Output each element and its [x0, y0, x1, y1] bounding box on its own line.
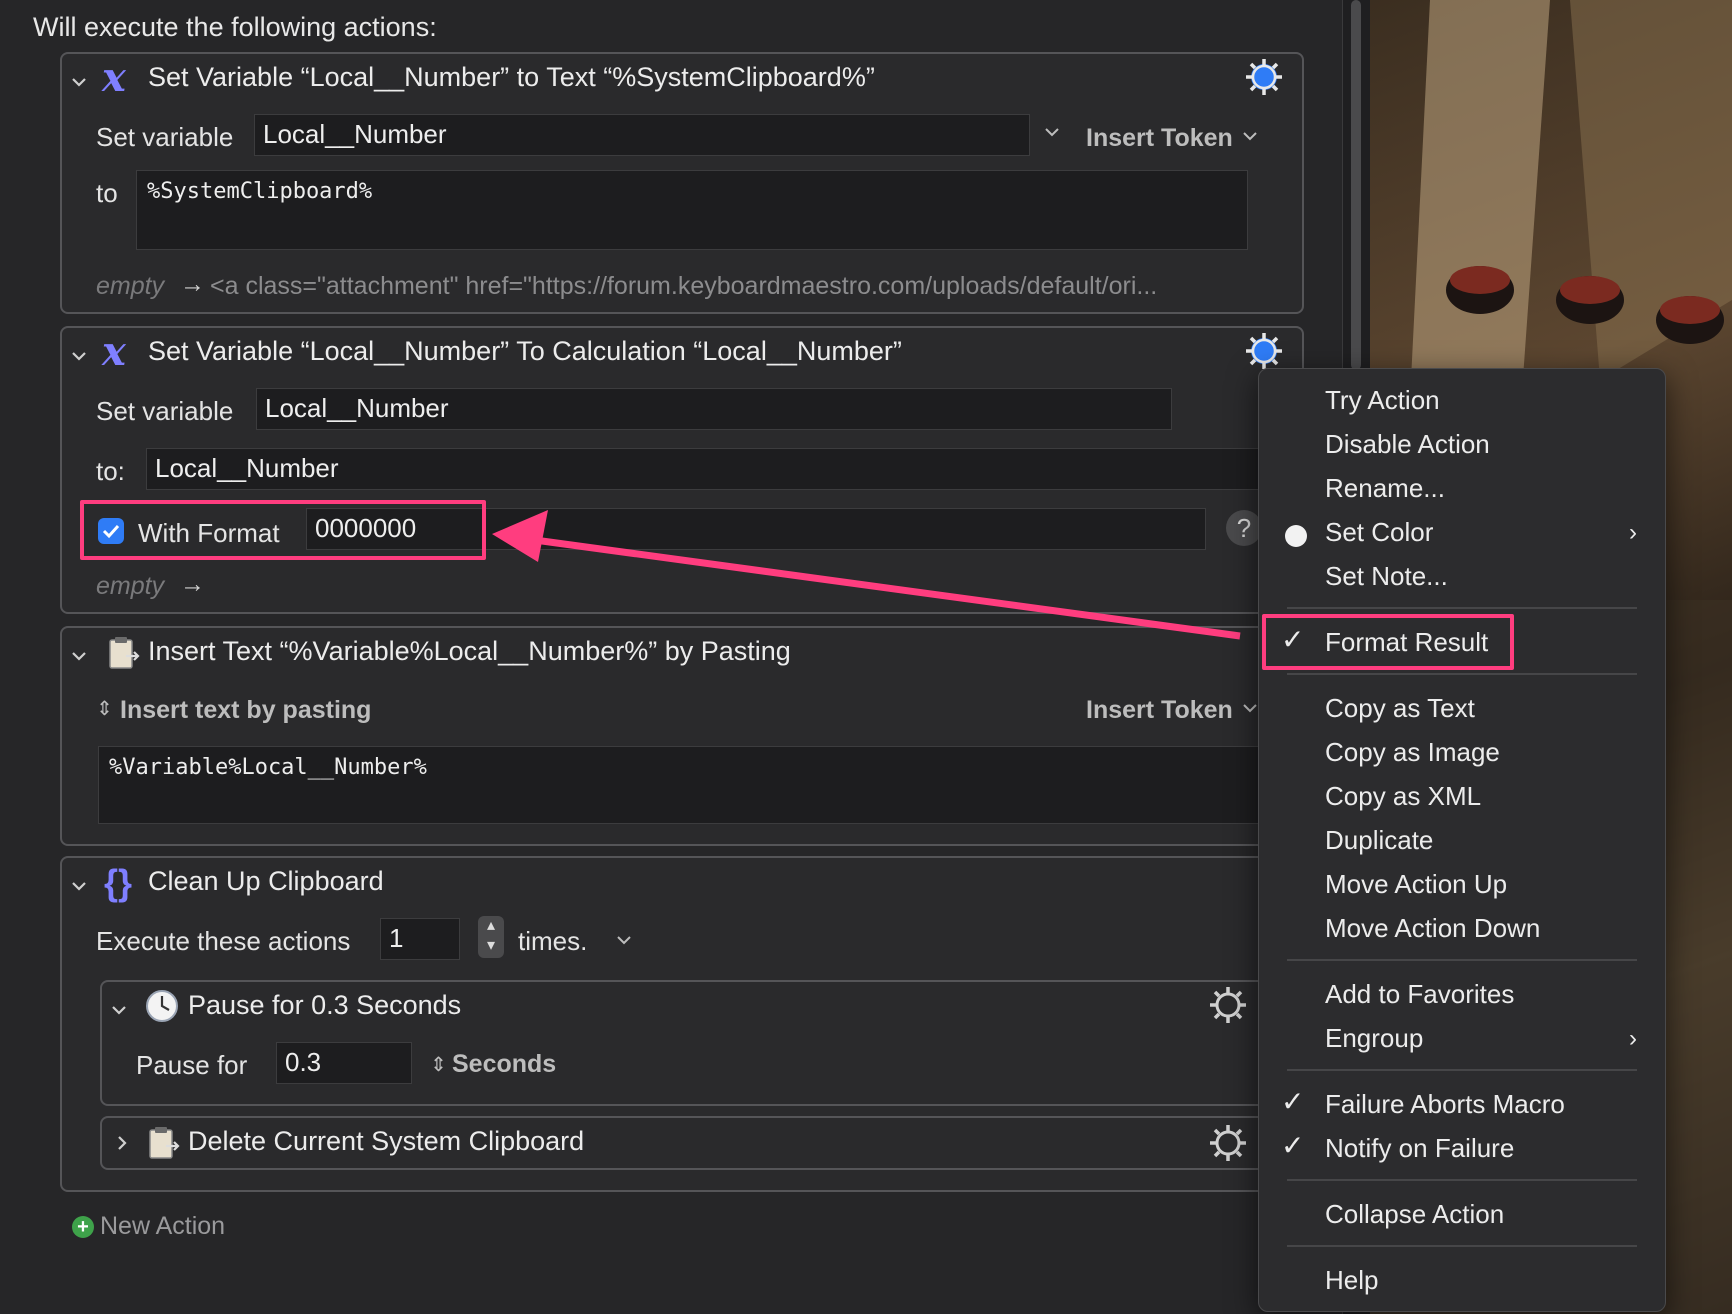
menu-separator	[1287, 673, 1637, 675]
menu-separator	[1287, 607, 1637, 609]
menu-item-collapse-action[interactable]: Collapse Action	[1325, 1199, 1504, 1230]
menu-item-copy-as-image[interactable]: Copy as Image	[1325, 737, 1500, 768]
menu-item-notify-on-failure[interactable]: Notify on Failure	[1325, 1133, 1514, 1164]
menu-item-copy-as-xml[interactable]: Copy as XML	[1325, 781, 1481, 812]
menu-item-rename[interactable]: Rename...	[1325, 473, 1445, 504]
menu-item-copy-as-text[interactable]: Copy as Text	[1325, 693, 1475, 724]
menu-separator	[1287, 1069, 1637, 1071]
submenu-arrow-icon: ›	[1629, 1025, 1637, 1052]
action-context-menu: Try Action Disable Action Rename... Set …	[1258, 368, 1666, 1312]
menu-separator	[1287, 959, 1637, 961]
menu-item-failure-aborts-macro[interactable]: Failure Aborts Macro	[1325, 1089, 1565, 1120]
menu-item-engroup[interactable]: Engroup	[1325, 1023, 1423, 1054]
menu-separator	[1287, 1245, 1637, 1247]
submenu-arrow-icon: ›	[1629, 519, 1637, 546]
menu-item-help[interactable]: Help	[1325, 1265, 1378, 1296]
menu-item-set-color[interactable]: Set Color	[1325, 517, 1433, 548]
checkmark-icon: ✓	[1281, 1086, 1305, 1117]
menu-separator	[1287, 1179, 1637, 1181]
menu-item-add-to-favorites[interactable]: Add to Favorites	[1325, 979, 1514, 1010]
menu-item-move-action-down[interactable]: Move Action Down	[1325, 913, 1540, 944]
checkmark-icon: ✓	[1281, 1130, 1305, 1161]
format-result-highlight	[1262, 614, 1514, 670]
menu-item-duplicate[interactable]: Duplicate	[1325, 825, 1433, 856]
menu-item-try-action[interactable]: Try Action	[1325, 385, 1440, 416]
menu-item-set-note[interactable]: Set Note...	[1325, 561, 1448, 592]
menu-item-move-action-up[interactable]: Move Action Up	[1325, 869, 1507, 900]
color-dot-icon	[1285, 525, 1307, 547]
menu-item-disable-action[interactable]: Disable Action	[1325, 429, 1490, 460]
